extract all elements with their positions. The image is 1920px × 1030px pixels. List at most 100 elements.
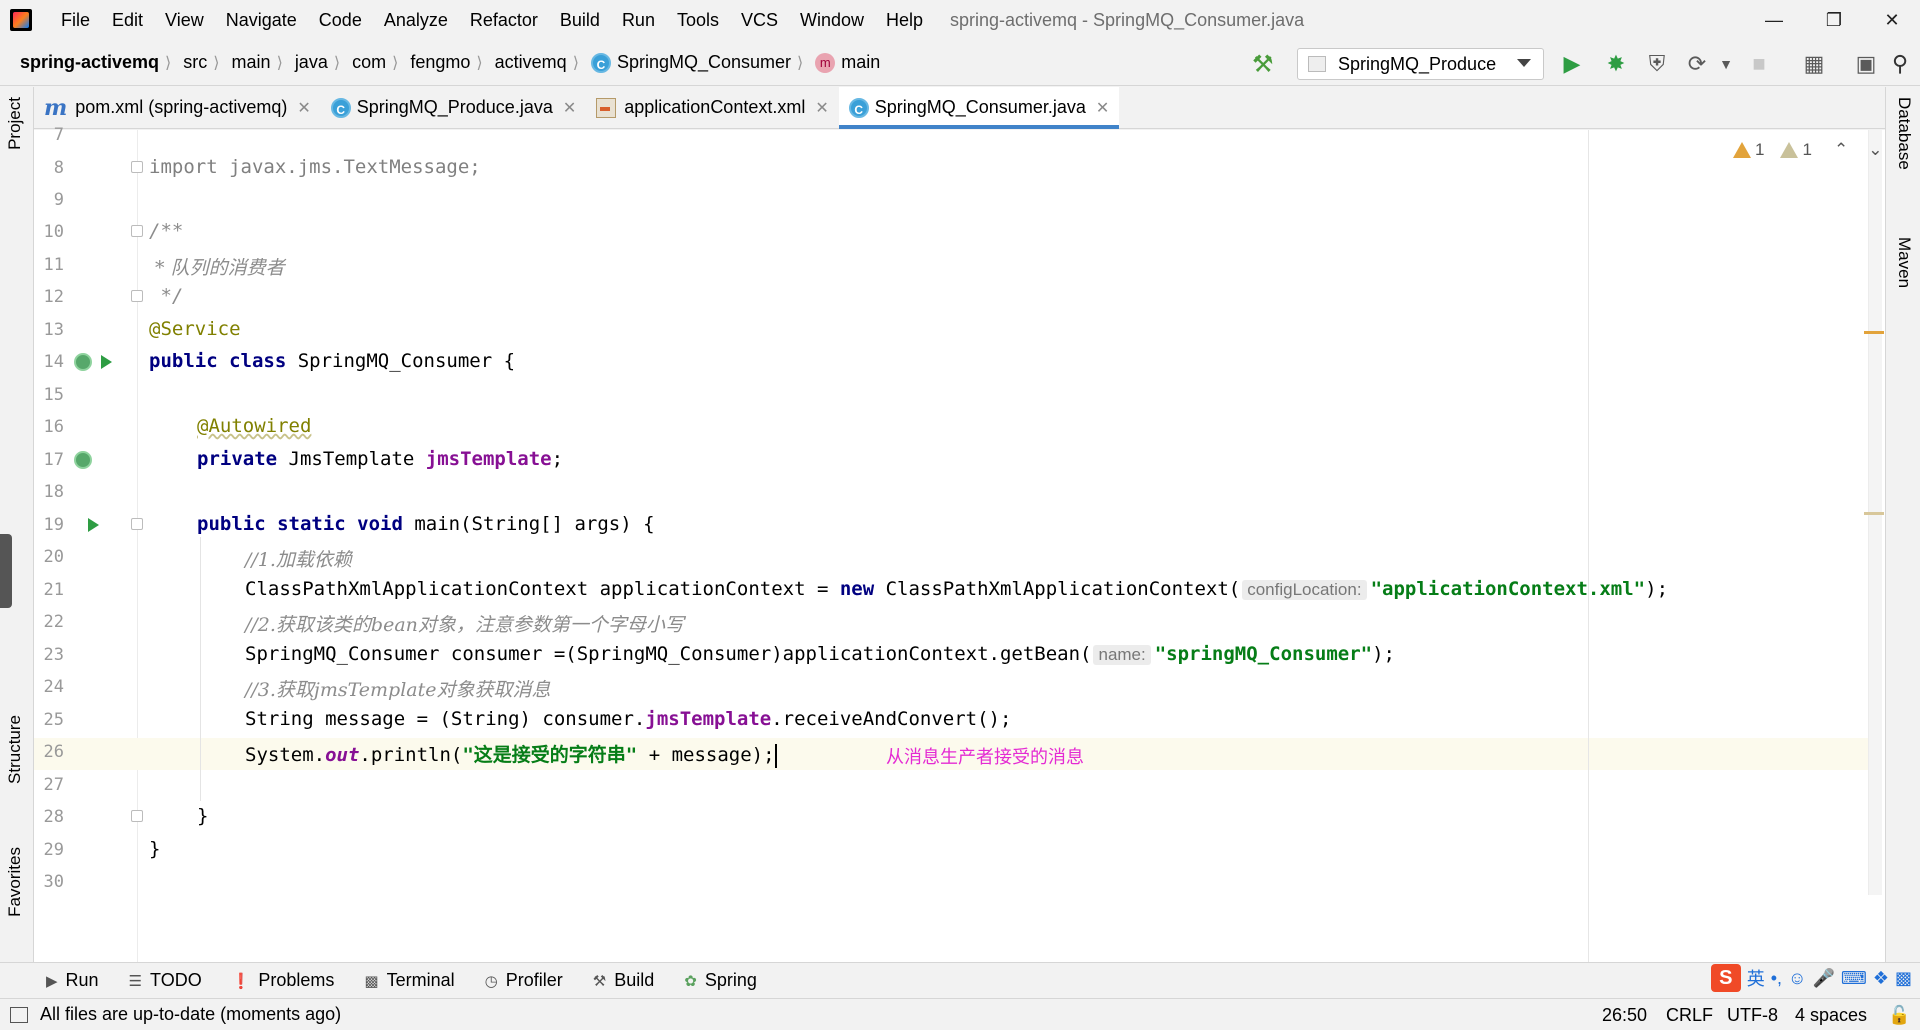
close-tab-icon[interactable]: ✕ (297, 98, 310, 118)
line-number: 25 (43, 710, 64, 730)
tab-application-context[interactable]: applicationContext.xml ✕ (586, 87, 839, 128)
fold-icon[interactable] (131, 518, 143, 530)
tab-pom-xml[interactable]: m pom.xml (spring-activemq) ✕ (34, 87, 321, 128)
breadcrumb-java[interactable]: java (283, 52, 334, 73)
build-tool-button[interactable]: ⚒ Build (579, 970, 670, 991)
presentation-icon[interactable]: ▣ (1852, 50, 1880, 78)
warning-stripe-mark[interactable] (1864, 331, 1884, 334)
maven-tool-label: Maven (1895, 237, 1914, 289)
breadcrumb-project[interactable]: spring-activemq (0, 52, 165, 73)
weak-warning-stripe-mark[interactable] (1864, 512, 1884, 515)
emoji-icon[interactable]: ☺ (1788, 968, 1806, 989)
tool-label: TODO (150, 970, 202, 990)
breadcrumb-method-label: main (841, 52, 881, 72)
ime-toolbar[interactable]: S 英 •, ☺ 🎤 ⌨ ❖ ▩ (1710, 964, 1912, 992)
spring-bean-icon[interactable] (74, 353, 92, 371)
toolbox-icon[interactable]: ▩ (1895, 968, 1912, 989)
code-editor[interactable] (138, 130, 1885, 962)
close-tab-icon[interactable]: ✕ (815, 98, 828, 118)
menu-build[interactable]: Build (549, 0, 611, 40)
line-number: 18 (43, 482, 64, 502)
chevron-down-icon (1517, 59, 1531, 67)
menu-navigate[interactable]: Navigate (215, 0, 308, 40)
profiler-tool-button[interactable]: ◷ Profiler (471, 970, 579, 991)
run-icon[interactable]: ▶ (1558, 50, 1586, 78)
structure-tool-button[interactable]: Structure (5, 715, 25, 784)
coverage-icon[interactable]: ⛨ (1643, 50, 1671, 78)
spring-tool-button[interactable]: ✿ Spring (670, 970, 773, 991)
breadcrumb-method[interactable]: m main (803, 52, 886, 73)
file-encoding[interactable]: UTF-8 (1727, 999, 1778, 1030)
project-structure-icon[interactable]: ▦ (1800, 50, 1828, 78)
line-number: 21 (43, 580, 64, 600)
search-icon[interactable]: ⚲ (1886, 50, 1914, 78)
build-hammer-icon[interactable]: ⚒ (1252, 50, 1274, 79)
minimize-icon[interactable]: — (1746, 0, 1802, 40)
menu-run[interactable]: Run (611, 0, 666, 40)
breadcrumb-com[interactable]: com (340, 52, 392, 73)
menu-vcs[interactable]: VCS (730, 0, 789, 40)
close-tab-icon[interactable]: ✕ (563, 98, 576, 118)
menu-help[interactable]: Help (875, 0, 934, 40)
menu-window[interactable]: Window (789, 0, 875, 40)
inspection-widget[interactable]: 1 1 ⌃ ⌄ (1733, 140, 1882, 160)
ime-language[interactable]: 英 (1747, 965, 1765, 991)
run-config-icon (1308, 56, 1326, 72)
caret-position[interactable]: 26:50 (1602, 999, 1647, 1030)
tab-springmq-consumer[interactable]: C SpringMQ_Consumer.java ✕ (838, 87, 1120, 129)
profile-icon[interactable]: ⟳ (1683, 50, 1711, 78)
line-separator[interactable]: CRLF (1666, 999, 1713, 1030)
favorites-tool-button[interactable]: Favorites (5, 847, 25, 917)
stop-icon[interactable]: ■ (1745, 50, 1773, 78)
close-tab-icon[interactable]: ✕ (1096, 98, 1109, 118)
breadcrumb-activemq[interactable]: activemq (483, 52, 573, 73)
breadcrumb-main[interactable]: main (220, 52, 277, 73)
run-gutter-icon[interactable] (88, 518, 99, 532)
chevron-up-icon[interactable]: ⌃ (1834, 140, 1848, 160)
spring-autowire-icon[interactable] (74, 451, 92, 469)
fold-icon[interactable] (131, 810, 143, 822)
indent-setting[interactable]: 4 spaces (1795, 999, 1867, 1030)
menu-tools[interactable]: Tools (666, 0, 730, 40)
project-tool-button[interactable]: Project (5, 97, 25, 150)
terminal-tool-button[interactable]: ▩ Terminal (350, 970, 470, 991)
menu-file[interactable]: File (50, 0, 101, 40)
menu-view[interactable]: View (154, 0, 215, 40)
more-run-options-icon[interactable]: ▼ (1712, 50, 1740, 78)
close-window-icon[interactable]: ✕ (1864, 0, 1920, 40)
breadcrumb-class[interactable]: C SpringMQ_Consumer (579, 52, 797, 73)
fold-icon[interactable] (131, 161, 143, 173)
debug-icon[interactable]: ✸ (1602, 50, 1630, 78)
restore-icon[interactable]: ❐ (1806, 0, 1862, 40)
problems-tool-button[interactable]: ❗ Problems (218, 970, 351, 991)
lock-icon[interactable]: 🔓 (1888, 999, 1910, 1030)
database-tool-label: Database (1895, 97, 1914, 170)
breadcrumb-src[interactable]: src (171, 52, 213, 73)
todo-tool-button[interactable]: ☰ TODO (115, 970, 218, 991)
run-configuration-selector[interactable]: SpringMQ_Produce (1297, 48, 1544, 80)
run-tool-button[interactable]: ▶ Run (0, 970, 115, 991)
punctuation-icon[interactable]: •, (1771, 968, 1782, 989)
run-gutter-icon[interactable] (101, 355, 112, 369)
database-tool-button[interactable]: Database (1894, 97, 1914, 170)
code-line-28: } (197, 805, 209, 827)
tool-strip-marker (0, 534, 12, 608)
menu-code[interactable]: Code (308, 0, 373, 40)
microphone-icon[interactable]: 🎤 (1812, 968, 1834, 989)
menu-edit[interactable]: Edit (101, 0, 154, 40)
intellij-logo-icon (10, 9, 32, 31)
code-keyword: private (197, 448, 278, 470)
skin-icon[interactable]: ❖ (1873, 968, 1889, 989)
menu-refactor[interactable]: Refactor (459, 0, 549, 40)
menu-analyze[interactable]: Analyze (373, 0, 459, 40)
status-toggle-icon[interactable] (10, 1006, 28, 1023)
keyboard-icon[interactable]: ⌨ (1841, 968, 1867, 989)
fold-icon[interactable] (131, 225, 143, 237)
code-line-11: * 队列的消费者 (149, 257, 285, 279)
chevron-down-icon[interactable]: ⌄ (1868, 140, 1882, 160)
tab-springmq-produce[interactable]: C SpringMQ_Produce.java ✕ (321, 87, 587, 128)
code-line-21: ClassPathXmlApplicationContext applicati… (245, 578, 1668, 600)
breadcrumb-fengmo[interactable]: fengmo (398, 52, 476, 73)
fold-icon[interactable] (131, 290, 143, 302)
maven-tool-button[interactable]: Maven (1894, 237, 1914, 288)
